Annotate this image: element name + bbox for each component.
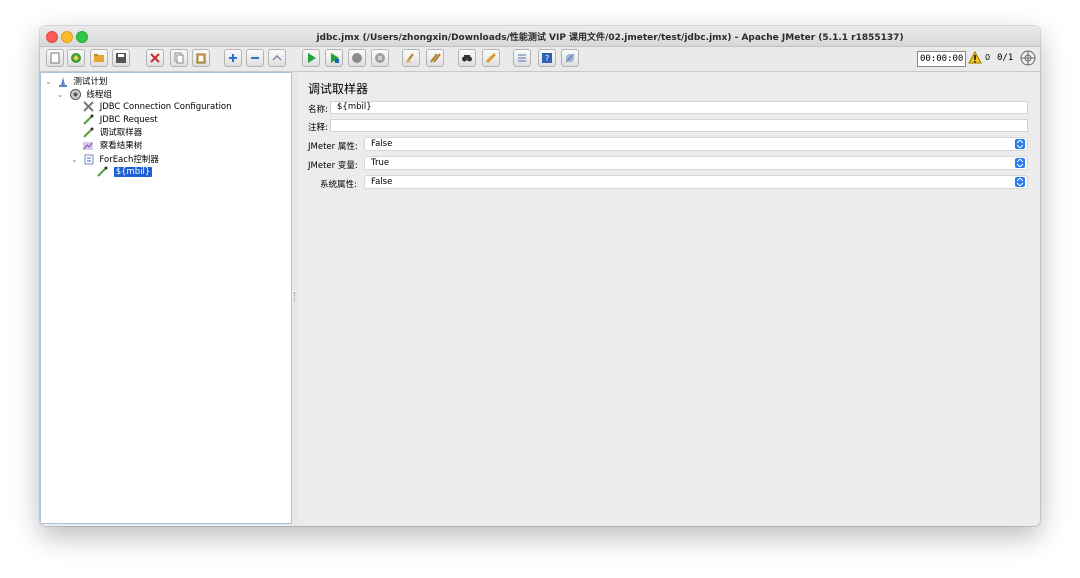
sampler-icon [83, 114, 94, 125]
tree-item-label: ForEach控制器 [99, 155, 159, 165]
globe-icon[interactable] [1020, 50, 1036, 66]
open-icon[interactable] [90, 49, 108, 67]
elapsed-timer: 00:00:00 [917, 51, 967, 67]
tree-item-test-plan[interactable]: ⌄ 测试计划 [45, 75, 107, 88]
title-bar: jdbc.jmx (/Users/zhongxin/Downloads/性能测试… [40, 26, 1040, 47]
tree-item-label: JDBC Connection Configuration [99, 102, 232, 112]
page-title: 调试取样器 [308, 82, 369, 96]
chevron-down-icon[interactable]: ⌄ [71, 153, 81, 166]
collapse-icon[interactable] [246, 49, 264, 67]
tree-item-label: 测试计划 [73, 77, 108, 87]
name-field[interactable]: ${mbil} [330, 101, 1028, 114]
jmeter-properties-label: JMeter 属性: [308, 142, 358, 152]
splitter-grip[interactable] [294, 292, 297, 302]
copy-icon[interactable] [170, 49, 188, 67]
tree-item-jdbc-connection-configuration[interactable]: JDBC Connection Configuration [83, 101, 232, 114]
listener-icon [83, 142, 93, 150]
tree-item-foreach-controller[interactable]: ⌄ ForEach控制器 [71, 153, 159, 166]
close-window-button[interactable] [46, 31, 58, 43]
search-icon[interactable] [458, 49, 476, 67]
debug-sampler-editor: 调试取样器 名称: ${mbil} 注释: JMeter 属性: False J… [298, 72, 1040, 524]
tree-item-label: 调试取样器 [99, 128, 143, 138]
comment-label: 注释: [308, 123, 328, 133]
tree-item-label: ${mbil} [113, 167, 153, 177]
start-no-pause-icon[interactable] [325, 49, 343, 67]
jmeter-variables-select[interactable]: True [364, 156, 1028, 170]
config-icon [83, 101, 94, 112]
controller-icon [84, 154, 94, 165]
reset-search-icon[interactable] [482, 49, 500, 67]
test-plan-icon [58, 76, 67, 87]
clear-icon[interactable] [402, 49, 420, 67]
chevron-up-down-icon[interactable] [1015, 139, 1025, 149]
chevron-down-icon[interactable]: ⌄ [45, 75, 55, 88]
shutdown-icon[interactable] [371, 49, 389, 67]
clear-all-icon[interactable] [426, 49, 444, 67]
system-properties-select[interactable]: False [364, 175, 1028, 189]
comment-field[interactable] [330, 119, 1028, 132]
tree-item-selected-sampler[interactable]: ${mbil} [97, 166, 153, 179]
paste-icon[interactable] [192, 49, 210, 67]
help-icon[interactable]: ? [538, 49, 556, 67]
sampler-icon [83, 127, 94, 138]
function-helper-icon[interactable] [513, 49, 531, 67]
chevron-up-down-icon[interactable] [1015, 177, 1025, 187]
stop-icon[interactable] [348, 49, 366, 67]
active-threads: 0/1 [997, 53, 1014, 63]
tree-item-jdbc-request[interactable]: JDBC Request [83, 114, 158, 127]
system-properties-label: 系统属性: [320, 180, 357, 190]
save-icon[interactable] [112, 49, 130, 67]
tree-item-label: 线程组 [86, 90, 112, 100]
jmeter-properties-select[interactable]: False [364, 137, 1028, 151]
jmeter-properties-value: False [371, 139, 393, 149]
templates-icon[interactable] [67, 49, 85, 67]
expand-icon[interactable] [224, 49, 242, 67]
name-label: 名称: [308, 105, 328, 115]
jmeter-variables-label: JMeter 变量: [308, 161, 358, 171]
tree-item-label: 察看结果树 [99, 141, 143, 151]
chevron-down-icon[interactable]: ⌄ [57, 88, 67, 101]
toolbar: ? 00:00:00 0 0/1 [40, 47, 1040, 72]
toggle-icon[interactable] [268, 49, 286, 67]
new-icon[interactable] [46, 49, 64, 67]
thread-group-icon [69, 89, 81, 100]
remote-icon[interactable] [561, 49, 579, 67]
tree-item-debug-sampler[interactable]: 调试取样器 [83, 127, 142, 140]
jmeter-variables-value: True [371, 158, 390, 168]
system-properties-value: False [371, 177, 393, 187]
test-plan-tree: ⌄ 测试计划 ⌄ 线程组 JDBC Connection Configurati… [40, 72, 292, 524]
cut-icon[interactable] [146, 49, 164, 67]
svg-text:?: ? [545, 54, 549, 63]
tree-item-view-results-tree[interactable]: 察看结果树 [83, 140, 142, 153]
tree-item-thread-group[interactable]: ⌄ 线程组 [57, 88, 112, 101]
warning-icon[interactable] [968, 51, 982, 64]
warning-count: 0 [985, 53, 991, 62]
window-title: jdbc.jmx (/Users/zhongxin/Downloads/性能测试… [316, 33, 904, 43]
minimize-window-button[interactable] [61, 31, 73, 43]
jmeter-window: jdbc.jmx (/Users/zhongxin/Downloads/性能测试… [40, 26, 1040, 526]
sampler-icon [97, 166, 108, 177]
chevron-up-down-icon[interactable] [1015, 158, 1025, 168]
maximize-window-button[interactable] [76, 31, 88, 43]
tree-item-label: JDBC Request [99, 115, 158, 125]
start-icon[interactable] [302, 49, 320, 67]
